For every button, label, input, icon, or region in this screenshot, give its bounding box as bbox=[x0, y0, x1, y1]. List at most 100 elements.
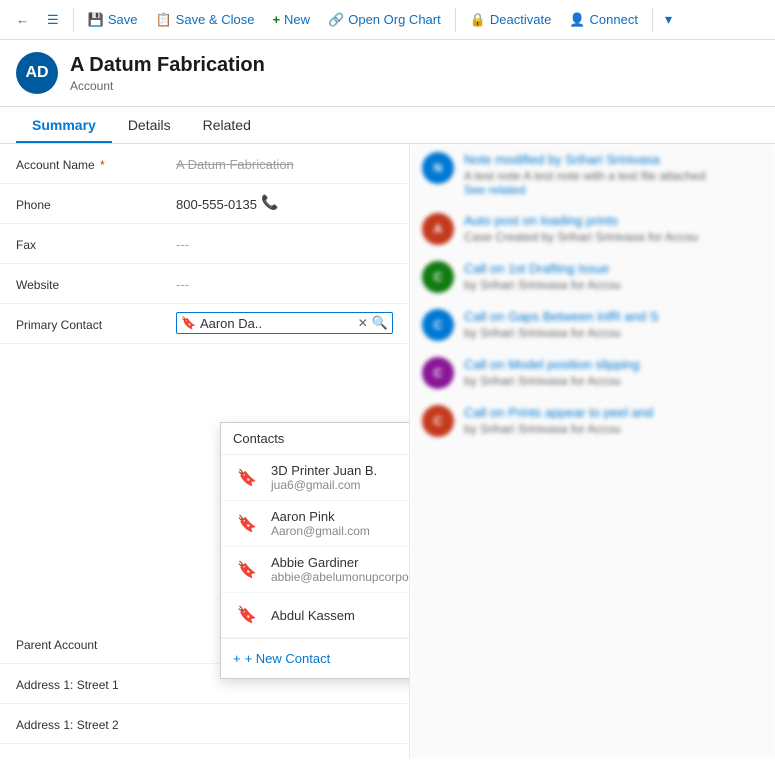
label-address-street2: Address 1: Street 2 bbox=[16, 712, 176, 734]
activity-link-0[interactable]: See related bbox=[464, 183, 763, 197]
activity-title-1[interactable]: Auto post on loading prints bbox=[464, 213, 763, 228]
activity-panel: N Note modified by Srihari Srinivasa A t… bbox=[410, 144, 775, 758]
org-chart-icon: 🔗 bbox=[328, 12, 344, 28]
activity-desc-5: by Srihari Srinivasa for Accou bbox=[464, 422, 763, 436]
contact-icon-1: 🔖 bbox=[233, 510, 261, 538]
back-icon: ← bbox=[16, 12, 29, 27]
record-avatar: AD bbox=[16, 52, 58, 94]
label-primary-contact: Primary Contact bbox=[16, 312, 176, 334]
open-org-chart-button[interactable]: 🔗 Open Org Chart bbox=[320, 8, 449, 32]
activity-item: A Auto post on loading prints Case Creat… bbox=[422, 213, 763, 245]
connect-button[interactable]: 👤 Connect bbox=[561, 8, 646, 32]
page-icon-button[interactable]: ☰ bbox=[39, 8, 67, 32]
activity-content-3: Call on Gaps Between InfR and S by Sriha… bbox=[464, 309, 763, 341]
plus-icon: + bbox=[233, 651, 241, 666]
contact-icon-0: 🔖 bbox=[233, 464, 261, 492]
tab-details[interactable]: Details bbox=[112, 107, 187, 143]
contact-icon-3: 🔖 bbox=[233, 601, 261, 629]
activity-title-3[interactable]: Call on Gaps Between InfR and S bbox=[464, 309, 763, 324]
activity-item: C Call on Model position slipping by Sri… bbox=[422, 357, 763, 389]
required-indicator: * bbox=[100, 158, 105, 172]
activity-desc-0: A test note A test note with a test file… bbox=[464, 169, 763, 183]
lookup-value: Aaron Da.. bbox=[200, 316, 354, 331]
label-address-street1: Address 1: Street 1 bbox=[16, 672, 176, 694]
list-item[interactable]: 🔖 3D Printer Juan B. jua6@gmail.com ∨ bbox=[221, 455, 410, 501]
field-address-street2: Address 1: Street 2 bbox=[0, 704, 409, 744]
dropdown-footer: + + New Contact Advanced lookup bbox=[221, 638, 410, 678]
activity-desc-4: by Srihari Srinivasa for Accou bbox=[464, 374, 763, 388]
activity-title-5[interactable]: Call on Prints appear to peel and bbox=[464, 405, 763, 420]
label-account-name: Account Name * bbox=[16, 152, 176, 174]
avatar-0: N bbox=[422, 152, 454, 184]
value-account-name[interactable]: A Datum Fabrication bbox=[176, 152, 393, 172]
phone-row: 800-555-0135 📞 bbox=[176, 192, 278, 212]
activity-title-2[interactable]: Call on 1st Drafting Issue bbox=[464, 261, 763, 276]
deactivate-icon: 🔒 bbox=[470, 12, 486, 28]
label-address-street3: Address 1: Street 3 bbox=[16, 752, 176, 758]
activity-content-4: Call on Model position slipping by Sriha… bbox=[464, 357, 763, 389]
activity-content-0: Note modified by Srihari Srinivasa A tes… bbox=[464, 152, 763, 197]
label-website: Website bbox=[16, 272, 176, 294]
label-fax: Fax bbox=[16, 232, 176, 254]
list-item[interactable]: 🔖 Aaron Pink Aaron@gmail.com ∨ bbox=[221, 501, 410, 547]
record-subtitle: Account bbox=[70, 79, 265, 93]
save-icon: 💾 bbox=[88, 12, 104, 28]
activity-desc-3: by Srihari Srinivasa for Accou bbox=[464, 326, 763, 340]
field-website: Website --- bbox=[0, 264, 409, 304]
new-button[interactable]: + New bbox=[264, 8, 318, 31]
page-icon: ☰ bbox=[47, 12, 59, 28]
avatar-3: C bbox=[422, 309, 454, 341]
back-button[interactable]: ← bbox=[8, 8, 37, 31]
value-address-street2[interactable] bbox=[176, 712, 393, 717]
avatar-1: A bbox=[422, 213, 454, 245]
tabs: Summary Details Related bbox=[0, 107, 775, 144]
save-button[interactable]: 💾 Save bbox=[80, 8, 146, 32]
deactivate-button[interactable]: 🔒 Deactivate bbox=[462, 8, 560, 32]
list-item[interactable]: 🔖 Abdul Kassem ∨ bbox=[221, 593, 410, 638]
phone-icon[interactable]: 📞 bbox=[261, 194, 278, 211]
tab-summary[interactable]: Summary bbox=[16, 107, 112, 143]
activity-content-2: Call on 1st Drafting Issue by Srihari Sr… bbox=[464, 261, 763, 293]
label-phone: Phone bbox=[16, 192, 176, 214]
lookup-field-primary-contact[interactable]: 🔖 Aaron Da.. ✕ 🔍 bbox=[176, 312, 393, 334]
value-fax[interactable]: --- bbox=[176, 232, 393, 252]
activity-content-1: Auto post on loading prints Case Created… bbox=[464, 213, 763, 245]
field-address-street3: Address 1: Street 3 bbox=[0, 744, 409, 758]
contacts-label: Contacts bbox=[233, 431, 284, 446]
lookup-clear-button[interactable]: ✕ bbox=[358, 316, 368, 330]
contact-info-0: 3D Printer Juan B. jua6@gmail.com bbox=[271, 463, 410, 492]
new-icon: + bbox=[272, 12, 280, 27]
value-phone[interactable]: 800-555-0135 bbox=[176, 192, 257, 212]
activity-item: C Call on Prints appear to peel and by S… bbox=[422, 405, 763, 437]
lookup-search-icon[interactable]: 🔍 bbox=[372, 315, 388, 331]
contact-icon-2: 🔖 bbox=[233, 556, 261, 584]
lookup-dropdown[interactable]: Contacts Recent records 🔖 3D Printer Jua… bbox=[220, 422, 410, 679]
new-contact-button[interactable]: + + New Contact bbox=[233, 651, 330, 666]
value-address-street3[interactable] bbox=[176, 752, 393, 757]
contact-info-2: Abbie Gardiner abbie@abelumonupcorporati… bbox=[271, 555, 410, 584]
activity-title-4[interactable]: Call on Model position slipping bbox=[464, 357, 763, 372]
activity-item: N Note modified by Srihari Srinivasa A t… bbox=[422, 152, 763, 197]
list-item[interactable]: 🔖 Abbie Gardiner abbie@abelumonupcorpora… bbox=[221, 547, 410, 593]
save-close-button[interactable]: 📋 Save & Close bbox=[147, 8, 262, 32]
activity-title-0[interactable]: Note modified by Srihari Srinivasa bbox=[464, 152, 763, 167]
field-phone: Phone 800-555-0135 📞 bbox=[0, 184, 409, 224]
toolbar: ← ☰ 💾 Save 📋 Save & Close + New 🔗 Open O… bbox=[0, 0, 775, 40]
contact-info-3: Abdul Kassem bbox=[271, 608, 410, 623]
avatar-2: C bbox=[422, 261, 454, 293]
separator-3 bbox=[652, 8, 653, 32]
dropdown-list: 🔖 3D Printer Juan B. jua6@gmail.com ∨ 🔖 … bbox=[221, 455, 410, 638]
activity-desc-1: Case Created by Srihari Srinivasa for Ac… bbox=[464, 230, 763, 244]
dropdown-scroll-container: 🔖 3D Printer Juan B. jua6@gmail.com ∨ 🔖 … bbox=[221, 455, 410, 638]
lookup-record-icon: 🔖 bbox=[181, 316, 196, 330]
activity-content-5: Call on Prints appear to peel and by Sri… bbox=[464, 405, 763, 437]
separator-2 bbox=[455, 8, 456, 32]
contact-info-1: Aaron Pink Aaron@gmail.com bbox=[271, 509, 410, 538]
value-website[interactable]: --- bbox=[176, 272, 393, 292]
dropdown-header: Contacts Recent records bbox=[221, 423, 410, 455]
tab-related[interactable]: Related bbox=[187, 107, 267, 143]
avatar-4: C bbox=[422, 357, 454, 389]
save-close-icon: 📋 bbox=[155, 12, 171, 28]
toolbar-more-button[interactable]: ▾ bbox=[659, 7, 678, 32]
connect-icon: 👤 bbox=[569, 12, 585, 28]
